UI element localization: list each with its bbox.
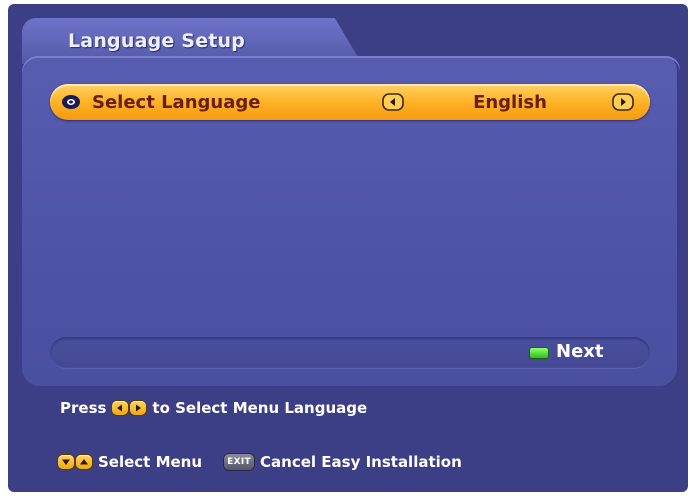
exit-key-icon: EXIT — [224, 454, 255, 470]
up-key-icon — [76, 455, 92, 469]
left-key-icon — [112, 401, 129, 415]
right-key-icon — [130, 401, 147, 415]
page-title: Language Setup — [68, 30, 246, 52]
ring-bullet-icon — [62, 95, 80, 109]
help-select-language-text: to Select Menu Language — [152, 399, 368, 417]
help-line-navigation: Press to Select Menu Language — [60, 398, 367, 418]
right-arrow-icon[interactable] — [612, 93, 634, 111]
help-select-menu-text: Select Menu — [98, 453, 203, 471]
help-cancel-text: Cancel Easy Installation — [260, 453, 462, 471]
language-value: English — [473, 92, 547, 113]
select-language-label: Select Language — [92, 92, 261, 113]
help-line-controls: Select Menu EXIT Cancel Easy Installatio… — [58, 452, 462, 472]
next-button[interactable]: Next — [556, 341, 604, 362]
left-arrow-icon[interactable] — [382, 93, 404, 111]
green-key-icon — [530, 348, 548, 358]
help-press-text: Press — [60, 399, 107, 417]
down-key-icon — [58, 455, 74, 469]
